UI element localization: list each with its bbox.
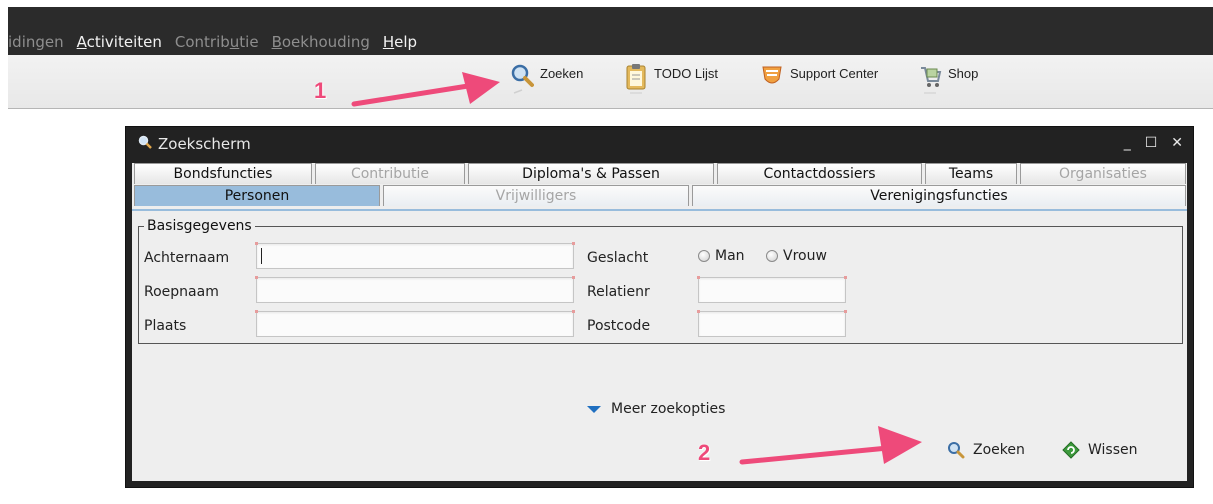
- zoekscherm-window: Zoekscherm _ ☐ ✕ Bondsfuncties Contribut…: [125, 126, 1194, 488]
- window-controls: _ ☐ ✕: [1124, 135, 1183, 151]
- menu-item-0[interactable]: idingen: [8, 33, 64, 51]
- relatienr-input[interactable]: [697, 276, 847, 303]
- tab-personen[interactable]: Personen: [134, 185, 380, 206]
- annotation-number-1: 1: [314, 78, 327, 103]
- meer-zoekopties-toggle[interactable]: Meer zoekopties: [587, 401, 725, 417]
- tab-bondsfuncties[interactable]: Bondsfuncties: [134, 163, 312, 184]
- support-shield-icon: [760, 63, 784, 95]
- toolbar-zoeken-label: Zoeken: [540, 66, 584, 81]
- zoeken-button[interactable]: Zoeken: [947, 441, 1025, 459]
- tab-diplomas-passen[interactable]: Diploma's & Passen: [468, 163, 714, 184]
- toolbar-todo-button[interactable]: TODO Lijst: [624, 63, 718, 95]
- tab-teams[interactable]: Teams: [925, 163, 1017, 184]
- menu-item-3[interactable]: Boekhouding: [272, 33, 370, 51]
- wissen-label: Wissen: [1088, 442, 1138, 458]
- radio-vrouw[interactable]: Vrouw: [766, 248, 827, 264]
- radio-circle[interactable]: [766, 250, 778, 262]
- radio-man[interactable]: Man: [698, 248, 745, 264]
- toolbar-todo-label: TODO Lijst: [654, 66, 719, 81]
- annotation-number-2: 2: [698, 440, 711, 465]
- tab-contributie: Contributie: [315, 163, 465, 184]
- annotation-arrow-2: [739, 426, 922, 465]
- menu-list: idingen Activiteiten Contributie Boekhoudin…: [8, 33, 417, 51]
- toolbar: Zoeken TODO Lijst Support Center Shop: [8, 55, 1213, 109]
- tab-verenigingsfuncties[interactable]: Verenigingsfuncties: [692, 185, 1186, 206]
- achternaam-input[interactable]: [255, 242, 575, 269]
- menu-item-4[interactable]: Help: [383, 33, 417, 51]
- plaats-label: Plaats: [144, 318, 187, 334]
- relatienr-label: Relatienr: [587, 284, 650, 300]
- roepnaam-input[interactable]: [255, 276, 575, 303]
- tab-contactdossiers[interactable]: Contactdossiers: [717, 163, 922, 184]
- minimize-icon[interactable]: _: [1124, 135, 1131, 151]
- toolbar-support-button[interactable]: Support Center: [760, 63, 878, 95]
- window-titlebar[interactable]: Zoekscherm _ ☐ ✕: [126, 127, 1193, 157]
- meer-zoekopties-label: Meer zoekopties: [611, 401, 726, 417]
- toolbar-shop-button[interactable]: Shop: [918, 63, 978, 95]
- menu-item-1[interactable]: Activiteiten: [77, 33, 162, 51]
- magnifier-icon: [138, 135, 152, 153]
- magnifier-icon: [510, 63, 534, 95]
- roepnaam-label: Roepnaam: [144, 284, 219, 300]
- menu-bar: idingen Activiteiten Contributie Boekhoudin…: [8, 7, 1213, 55]
- maximize-icon[interactable]: ☐: [1145, 135, 1158, 151]
- radio-man-label: Man: [715, 248, 745, 264]
- wissen-button[interactable]: Wissen: [1062, 441, 1138, 459]
- postcode-label: Postcode: [587, 318, 651, 334]
- tab-divider: [132, 209, 1187, 211]
- geslacht-label: Geslacht: [587, 250, 649, 266]
- toolbar-zoeken-button[interactable]: Zoeken: [510, 63, 583, 95]
- zoeken-label: Zoeken: [973, 442, 1025, 458]
- tab-vrijwilligers: Vrijwilligers: [383, 185, 689, 206]
- radio-circle[interactable]: [698, 250, 710, 262]
- toolbar-shop-label: Shop: [948, 66, 979, 81]
- text-caret: [261, 248, 262, 264]
- achternaam-label: Achternaam: [144, 250, 230, 266]
- recycle-icon: [1062, 441, 1080, 459]
- annotation-arrow-1: [351, 72, 500, 107]
- window-body: Bondsfuncties Contributie Diploma's & Pa…: [132, 163, 1187, 481]
- radio-vrouw-label: Vrouw: [783, 248, 827, 264]
- window-title: Zoekscherm: [158, 135, 251, 153]
- menu-item-2[interactable]: Contributie: [175, 33, 259, 51]
- clipboard-icon: [624, 63, 648, 95]
- triangle-down-icon: [587, 405, 601, 413]
- basisgegevens-legend: Basisgegevens: [144, 218, 255, 234]
- magnifier-icon: [948, 442, 965, 459]
- postcode-input[interactable]: [697, 310, 847, 337]
- close-icon[interactable]: ✕: [1171, 135, 1183, 151]
- shopping-cart-icon: [918, 63, 942, 95]
- toolbar-support-label: Support Center: [790, 66, 879, 81]
- plaats-input[interactable]: [255, 310, 575, 337]
- tab-organisaties: Organisaties: [1020, 163, 1186, 184]
